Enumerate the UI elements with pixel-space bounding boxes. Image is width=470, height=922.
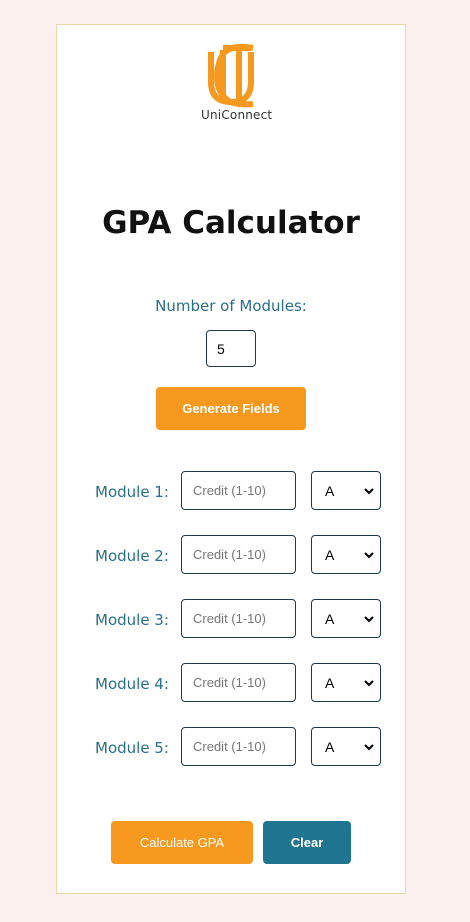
module-label: Module 2: (95, 547, 169, 565)
credit-input[interactable] (181, 599, 296, 638)
gpa-calculator-card: UniConnect GPA Calculator Number of Modu… (56, 24, 406, 894)
grade-value: A (325, 610, 335, 627)
page-title: GPA Calculator (102, 205, 360, 241)
grade-select[interactable]: A (311, 727, 381, 766)
grade-select[interactable]: A (311, 471, 381, 510)
module-row-5: Module 5: A (57, 727, 405, 767)
chevron-down-icon (364, 616, 374, 623)
logo-wordmark: UniConnect (201, 108, 273, 122)
calculate-gpa-button[interactable]: Calculate GPA (111, 821, 253, 864)
grade-value: A (325, 738, 335, 755)
module-label: Module 5: (95, 739, 169, 757)
grade-value: A (325, 482, 335, 499)
uniconnect-logo: UniConnect (201, 44, 273, 128)
grade-select[interactable]: A (311, 663, 381, 702)
grade-value: A (325, 674, 335, 691)
module-row-2: Module 2: A (57, 535, 405, 575)
module-count-label: Number of Modules: (155, 297, 307, 315)
module-row-1: Module 1: A (57, 471, 405, 511)
grade-select[interactable]: A (311, 535, 381, 574)
credit-input[interactable] (181, 535, 296, 574)
module-label: Module 3: (95, 611, 169, 629)
module-label: Module 1: (95, 483, 169, 501)
chevron-down-icon (364, 552, 374, 559)
grade-value: A (325, 546, 335, 563)
clear-button[interactable]: Clear (263, 821, 351, 864)
generate-fields-button[interactable]: Generate Fields (156, 387, 306, 430)
module-label: Module 4: (95, 675, 169, 693)
chevron-down-icon (364, 680, 374, 687)
grade-select[interactable]: A (311, 599, 381, 638)
module-row-3: Module 3: A (57, 599, 405, 639)
credit-input[interactable] (181, 471, 296, 510)
chevron-down-icon (364, 488, 374, 495)
credit-input[interactable] (181, 663, 296, 702)
uniconnect-logo-icon (208, 44, 254, 108)
module-row-4: Module 4: A (57, 663, 405, 703)
chevron-down-icon (364, 744, 374, 751)
credit-input[interactable] (181, 727, 296, 766)
module-count-input[interactable] (206, 330, 256, 367)
